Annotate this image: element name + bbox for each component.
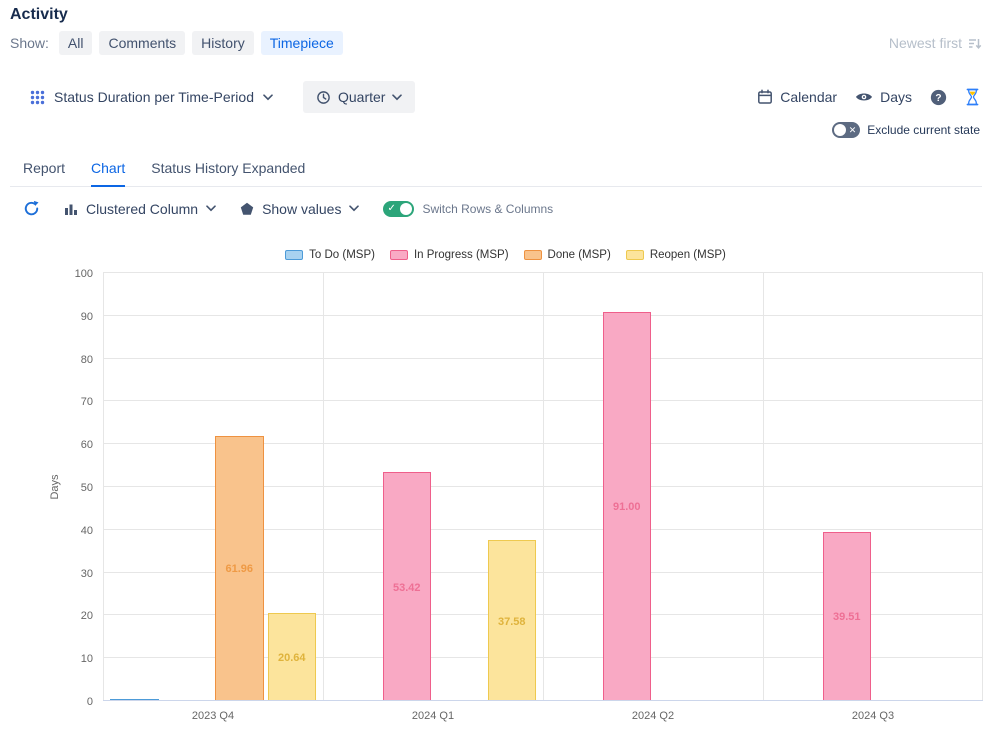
gridline-vertical: [763, 273, 764, 701]
bar-value-label: 91.00: [603, 501, 652, 513]
clustered-column-icon: [64, 202, 78, 216]
filter-timepiece[interactable]: Timepiece: [261, 31, 343, 55]
chevron-down-icon: [206, 205, 216, 212]
y-tick-label: 20: [51, 610, 93, 622]
unit-selector[interactable]: Days: [855, 89, 912, 105]
show-filter-row: Show: All Comments History Timepiece New…: [10, 31, 982, 55]
tab-chart[interactable]: Chart: [91, 160, 125, 187]
y-tick-label: 30: [51, 568, 93, 580]
toggle-on-check-icon: ✓: [387, 202, 395, 216]
bar-value-label: 20.64: [268, 652, 317, 664]
report-toolbar: Status Duration per Time-Period Quarter: [10, 81, 982, 113]
bar-value-label: 61.96: [215, 563, 264, 575]
switch-rows-columns-toggle[interactable]: ✓: [383, 201, 414, 217]
help-button[interactable]: ?: [930, 89, 947, 106]
period-selector[interactable]: Quarter: [303, 81, 415, 113]
x-axis-line: [103, 700, 983, 701]
gridline-vertical: [323, 273, 324, 701]
gridline-vertical: [543, 273, 544, 701]
hourglass-icon: [965, 88, 980, 106]
filter-all[interactable]: All: [59, 31, 93, 55]
report-type-label: Status Duration per Time-Period: [54, 89, 254, 105]
legend-item-to-do-msp[interactable]: To Do (MSP): [285, 249, 375, 261]
show-values-icon: [240, 202, 254, 216]
chevron-down-icon: [349, 205, 359, 212]
gridline-vertical: [982, 273, 983, 701]
y-tick-label: 100: [51, 268, 93, 280]
bar-value-label: 39.51: [823, 611, 872, 623]
unit-label: Days: [880, 89, 912, 105]
right-tools: Calendar Days ?: [757, 88, 980, 106]
x-axis-label: 2024 Q1: [323, 701, 543, 722]
toggle-knob: [834, 124, 846, 136]
chart-type-label: Clustered Column: [86, 201, 198, 217]
y-tick-label: 50: [51, 482, 93, 494]
y-tick-label: 90: [51, 311, 93, 323]
legend-swatch: [626, 250, 644, 260]
legend-item-reopen-msp[interactable]: Reopen (MSP): [626, 249, 726, 261]
activity-panel: Activity Show: All Comments History Time…: [0, 0, 992, 745]
svg-text:?: ?: [935, 93, 941, 104]
clock-icon: [316, 90, 331, 105]
chart-plot-area: Days 010203040506070809010053.4291.0039.…: [103, 273, 983, 701]
chart-toolbar: Clustered Column Show values ✓ Switch Ro…: [10, 187, 982, 217]
exclude-current-state-toggle[interactable]: ✕: [832, 122, 860, 138]
show-values-selector[interactable]: Show values: [240, 201, 359, 217]
bar-value-label: 37.58: [488, 616, 537, 628]
chevron-down-icon: [392, 94, 402, 101]
grid-icon: [30, 90, 45, 105]
switch-rows-columns-label: Switch Rows & Columns: [422, 202, 553, 216]
hourglass-button[interactable]: [965, 88, 980, 106]
calendar-label: Calendar: [780, 89, 837, 105]
report-type-selector[interactable]: Status Duration per Time-Period: [30, 89, 273, 105]
show-values-label: Show values: [262, 201, 341, 217]
period-selector-label: Quarter: [338, 89, 385, 105]
filter-history[interactable]: History: [192, 31, 254, 55]
x-axis-label: 2024 Q3: [763, 701, 983, 722]
y-tick-label: 40: [51, 525, 93, 537]
sort-order-label: Newest first: [889, 35, 962, 51]
sort-order-control[interactable]: Newest first: [889, 35, 982, 51]
refresh-button[interactable]: [23, 200, 40, 217]
calendar-icon: [757, 89, 773, 105]
chart-legend: To Do (MSP) In Progress (MSP) Done (MSP) Re…: [18, 245, 992, 265]
legend-item-done-msp[interactable]: Done (MSP): [524, 249, 611, 261]
page-title: Activity: [10, 6, 982, 24]
bar-value-label: 53.42: [383, 582, 432, 594]
legend-swatch: [285, 250, 303, 260]
legend-label: Done (MSP): [548, 249, 611, 261]
show-label: Show:: [10, 35, 49, 51]
chevron-down-icon: [263, 94, 273, 101]
y-tick-label: 80: [51, 354, 93, 366]
toggle-off-x-icon: ✕: [849, 123, 857, 137]
eye-icon: [855, 91, 873, 103]
y-tick-label: 70: [51, 396, 93, 408]
x-axis-label: 2023 Q4: [103, 701, 323, 722]
status-duration-chart: To Do (MSP) In Progress (MSP) Done (MSP) Re…: [18, 245, 992, 722]
x-axis-labels: 2023 Q42024 Q12024 Q22024 Q3: [103, 701, 983, 722]
switch-rows-columns: ✓ Switch Rows & Columns: [383, 201, 553, 217]
y-tick-label: 60: [51, 439, 93, 451]
exclude-current-state-row: ✕ Exclude current state: [10, 122, 982, 138]
calendar-button[interactable]: Calendar: [757, 89, 837, 105]
y-tick-label: 10: [51, 653, 93, 665]
sort-descending-icon: [967, 36, 982, 51]
legend-swatch: [390, 250, 408, 260]
help-icon: ?: [930, 89, 947, 106]
legend-swatch: [524, 250, 542, 260]
gridline-vertical: [103, 273, 104, 701]
legend-label: Reopen (MSP): [650, 249, 726, 261]
filter-comments[interactable]: Comments: [99, 31, 185, 55]
legend-item-in-progress-msp[interactable]: In Progress (MSP): [390, 249, 509, 261]
x-axis-label: 2024 Q2: [543, 701, 763, 722]
chart-type-selector[interactable]: Clustered Column: [64, 201, 216, 217]
toggle-knob: [400, 203, 412, 215]
exclude-current-state-label: Exclude current state: [867, 123, 980, 137]
tab-bar: Report Chart Status History Expanded: [10, 160, 982, 187]
tab-status-history-expanded[interactable]: Status History Expanded: [151, 160, 305, 187]
legend-label: In Progress (MSP): [414, 249, 509, 261]
legend-label: To Do (MSP): [309, 249, 375, 261]
y-tick-label: 0: [51, 696, 93, 708]
tab-report[interactable]: Report: [23, 160, 65, 187]
